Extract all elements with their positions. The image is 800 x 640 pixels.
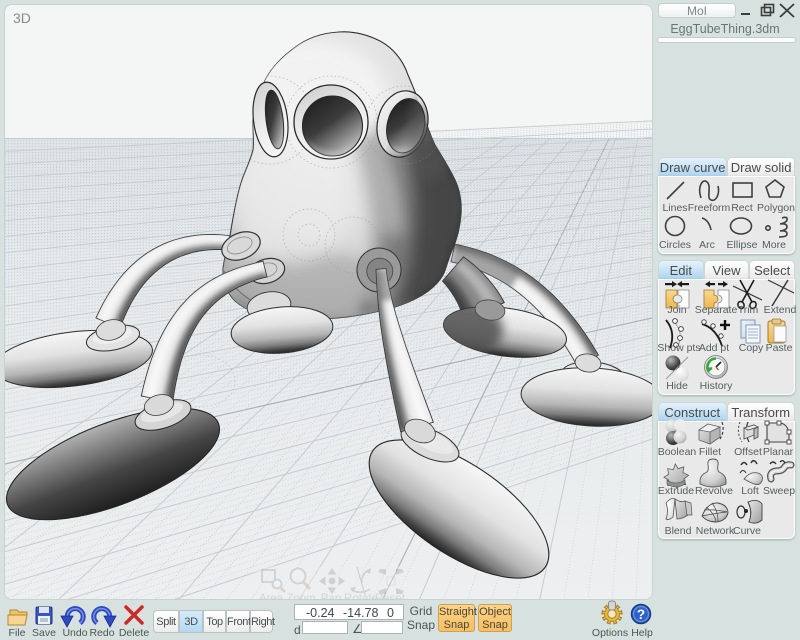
svg-text:Join: Join	[667, 304, 686, 316]
svg-text:Paste: Paste	[766, 342, 793, 354]
svg-text:File: File	[9, 627, 26, 639]
svg-text:Extend: Extend	[764, 304, 797, 316]
svg-text:Pan: Pan	[321, 593, 341, 600]
svg-text:Planar: Planar	[763, 446, 794, 458]
svg-text:Hide: Hide	[666, 380, 688, 392]
svg-text:Zoom: Zoom	[286, 593, 315, 600]
svg-text:History: History	[700, 380, 733, 392]
svg-text:Trim: Trim	[738, 304, 759, 316]
svg-text:Rotate: Rotate	[344, 593, 378, 600]
svg-text:Add pt: Add pt	[699, 342, 729, 354]
svg-text:?: ?	[637, 607, 645, 622]
svg-text:Network: Network	[696, 525, 735, 537]
svg-text:Redo: Redo	[89, 627, 114, 639]
svg-text:Boolean: Boolean	[658, 446, 697, 458]
svg-text:Curve: Curve	[733, 525, 761, 537]
svg-text:Sweep: Sweep	[763, 485, 795, 497]
svg-text:Reset: Reset	[375, 593, 406, 600]
svg-text:Show pts: Show pts	[657, 342, 700, 354]
svg-text:Extrude: Extrude	[658, 485, 694, 497]
svg-text:Delete: Delete	[119, 627, 150, 639]
svg-text:Fillet: Fillet	[699, 446, 721, 458]
svg-text:Copy: Copy	[739, 342, 764, 354]
svg-text:Options: Options	[592, 627, 628, 639]
svg-text:Area: Area	[259, 593, 284, 600]
svg-text:Offset: Offset	[734, 446, 762, 458]
svg-text:Separate: Separate	[695, 304, 738, 316]
svg-text:Undo: Undo	[62, 627, 87, 639]
svg-text:Help: Help	[631, 627, 653, 639]
svg-text:Blend: Blend	[665, 525, 692, 537]
svg-text:Save: Save	[32, 627, 56, 639]
svg-text:Loft: Loft	[741, 485, 759, 497]
svg-text:Revolve: Revolve	[695, 485, 733, 497]
